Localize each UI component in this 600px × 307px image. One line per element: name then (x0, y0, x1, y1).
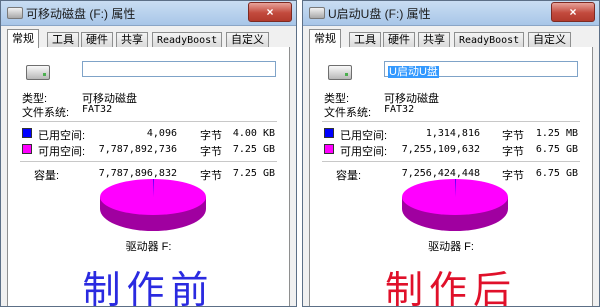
tab-general[interactable]: 常规 (7, 29, 39, 48)
filesystem-value: FAT32 (82, 104, 113, 115)
tab-readyboost[interactable]: ReadyBoost (152, 32, 223, 47)
volume-name-input[interactable] (82, 61, 276, 77)
used-space-size: 4.00 KB (232, 128, 275, 139)
tab-tools[interactable]: 工具 (47, 32, 79, 47)
used-space-swatch (324, 128, 334, 138)
used-space-unit: 字节 (200, 130, 222, 142)
window-title: 可移动磁盘 (F:) 属性 (26, 7, 136, 21)
drive-icon (309, 7, 325, 19)
divider (20, 161, 277, 162)
divider (322, 121, 580, 122)
tab-readyboost[interactable]: ReadyBoost (454, 32, 525, 47)
free-space-unit: 字节 (502, 146, 524, 158)
properties-dialog-before: 可移动磁盘 (F:) 属性 × 常规 工具 硬件 共享 ReadyBoost 自… (0, 0, 297, 307)
disk-usage-chart (100, 179, 206, 231)
general-panel: U启动U盘 类型: 可移动磁盘 文件系统: FAT32 已用空间: 1,314,… (309, 47, 593, 306)
window-title: U启动U盘 (F:) 属性 (328, 7, 431, 21)
used-space-swatch (22, 128, 32, 138)
title-bar: 可移动磁盘 (F:) 属性 × (1, 1, 296, 26)
used-space-bytes: 4,096 (146, 128, 177, 139)
filesystem-label: 文件系统: (22, 107, 70, 119)
used-space-size: 1.25 MB (535, 128, 578, 139)
drive-label: 驱动器 F: (428, 241, 474, 253)
free-space-swatch (22, 144, 32, 154)
tab-strip: 常规 工具 硬件 共享 ReadyBoost 自定义 (7, 29, 290, 48)
free-space-size: 7.25 GB (232, 144, 275, 155)
tab-general[interactable]: 常规 (309, 29, 341, 48)
capacity-size: 6.75 GB (535, 168, 578, 179)
close-button[interactable]: × (248, 2, 292, 22)
tab-sharing[interactable]: 共享 (116, 32, 148, 47)
free-space-bytes: 7,255,109,632 (401, 144, 480, 155)
tab-customize[interactable]: 自定义 (226, 32, 269, 47)
drive-label: 驱动器 F: (125, 241, 172, 253)
free-space-swatch (324, 144, 334, 154)
capacity-label: 容量: (34, 170, 60, 182)
filesystem-value: FAT32 (384, 104, 415, 115)
drive-icon (26, 65, 50, 80)
tab-hardware[interactable]: 硬件 (383, 32, 415, 47)
used-space-bytes: 1,314,816 (425, 128, 480, 139)
tab-tools[interactable]: 工具 (349, 32, 381, 47)
filesystem-label: 文件系统: (324, 107, 372, 119)
drive-icon (7, 7, 23, 19)
free-space-label: 可用空间: (340, 146, 388, 158)
tab-customize[interactable]: 自定义 (528, 32, 571, 47)
volume-name-input[interactable]: U启动U盘 (384, 61, 578, 78)
caption-after: 制作后 (384, 268, 517, 307)
capacity-size: 7.25 GB (232, 168, 275, 179)
free-space-bytes: 7,787,892,736 (98, 144, 177, 155)
used-space-unit: 字节 (502, 130, 524, 142)
capacity-label: 容量: (336, 170, 362, 182)
divider (322, 161, 580, 162)
used-space-label: 已用空间: (340, 130, 388, 142)
properties-dialog-after: U启动U盘 (F:) 属性 × 常规 工具 硬件 共享 ReadyBoost 自… (302, 0, 600, 307)
general-panel: 类型: 可移动磁盘 文件系统: FAT32 已用空间: 4,096 字节 4.0… (7, 47, 290, 306)
drive-icon (328, 65, 352, 80)
tab-strip: 常规 工具 硬件 共享 ReadyBoost 自定义 (309, 29, 593, 48)
tab-sharing[interactable]: 共享 (418, 32, 450, 47)
used-space-label: 已用空间: (38, 130, 86, 142)
caption-before: 制作前 (82, 268, 215, 307)
selected-text: U启动U盘 (388, 66, 439, 78)
free-space-unit: 字节 (200, 146, 222, 158)
free-space-size: 6.75 GB (535, 144, 578, 155)
free-space-label: 可用空间: (38, 146, 86, 158)
disk-usage-chart (402, 179, 508, 231)
close-button[interactable]: × (551, 2, 595, 22)
divider (20, 121, 277, 122)
title-bar: U启动U盘 (F:) 属性 × (303, 1, 599, 26)
tab-hardware[interactable]: 硬件 (81, 32, 113, 47)
